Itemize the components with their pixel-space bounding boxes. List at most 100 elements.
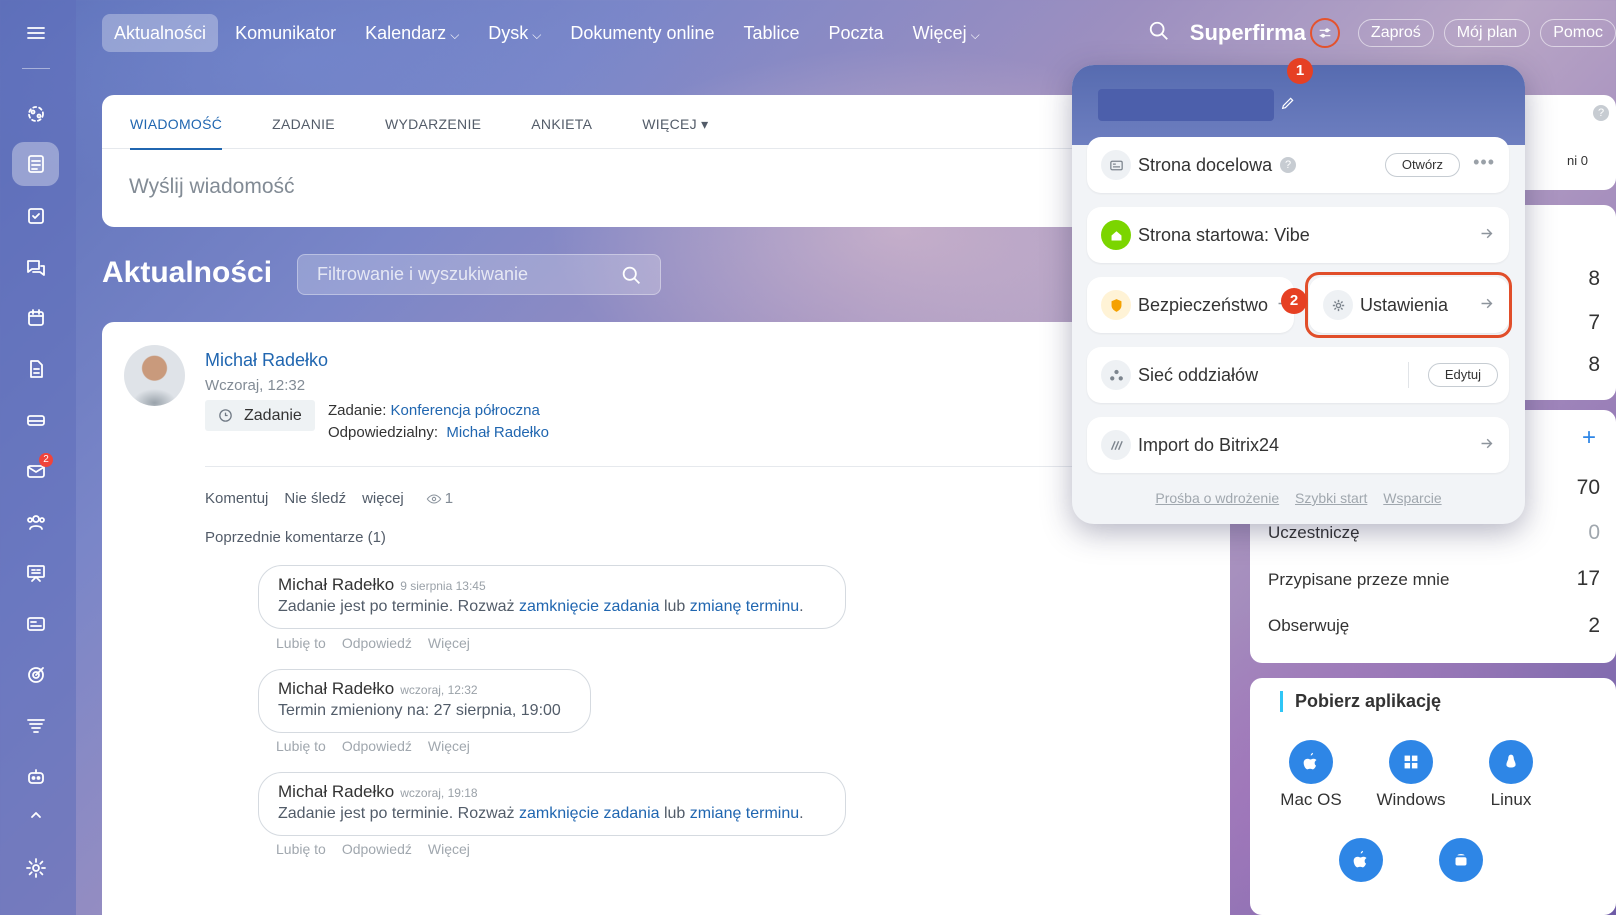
avatar[interactable] [124,345,185,406]
tab-event[interactable]: WYDARZENIE [385,95,481,149]
comment-author[interactable]: Michał Radełko [278,782,394,801]
import-label: Import do Bitrix24 [1138,434,1280,455]
counter-value: 8 [1588,353,1600,376]
comment-text: Zadanie jest po terminie. Rozważ zamknię… [278,805,804,822]
reply-link[interactable]: Odpowiedź [342,635,412,651]
sidebar-item-employees-icon[interactable] [12,500,59,544]
apple-icon [1303,752,1317,770]
app-windows[interactable]: Windows [1376,740,1446,810]
sidebar-item-board-icon[interactable] [12,551,59,595]
company-name[interactable]: Superfirma [1190,20,1306,46]
my-plan-button[interactable]: Mój plan [1443,19,1531,47]
tasks-row-label[interactable]: Obserwuję [1268,616,1349,636]
company-name-field[interactable] [1098,89,1274,121]
invite-button[interactable]: Zaproś [1357,19,1434,47]
close-task-link[interactable]: zamknięcie zadania [519,598,660,615]
message-input[interactable]: Wyślij wiadomość [102,149,1152,199]
chevron-up-icon[interactable] [12,800,59,830]
more-link[interactable]: więcej [362,490,404,507]
task-chip: Zadanie [205,400,315,431]
pencil-icon[interactable] [1280,95,1296,116]
reply-link[interactable]: Odpowiedź [342,738,412,754]
sidebar-item-news-icon[interactable] [12,602,59,646]
nav-dokumenty-online[interactable]: Dokumenty online [558,14,726,52]
menu-icon[interactable] [12,11,59,55]
tab-more[interactable]: WIĘCEJ ▾ [642,95,708,149]
post-author[interactable]: Michał Radełko [205,350,328,371]
gear-icon[interactable] [12,846,59,890]
sidebar-item-goals-icon[interactable] [12,653,59,697]
comment-author[interactable]: Michał Radełko [278,575,394,594]
security-card[interactable]: Bezpieczeństwo [1087,277,1294,333]
sidebar-item-collab-icon[interactable] [12,92,59,136]
responsible-link[interactable]: Michał Radełko [446,424,549,441]
nav-dysk[interactable]: Dysk ⌵ [476,14,553,52]
tasks-row-value: 0 [1588,521,1600,544]
post-composer: WIADOMOŚĆ ZADANIE WYDARZENIE ANKIETA WIĘ… [102,95,1152,227]
more-link[interactable]: Więcej [428,841,470,857]
comment-author[interactable]: Michał Radełko [278,679,394,698]
help-icon[interactable]: ? [1280,157,1297,173]
search-icon[interactable] [1148,20,1170,47]
app-android[interactable] [1426,838,1496,888]
implementation-request-link[interactable]: Prośba o wdrożenie [1155,490,1279,506]
tab-poll[interactable]: ANKIETA [531,95,592,149]
reply-link[interactable]: Odpowiedź [342,841,412,857]
quick-start-link[interactable]: Szybki start [1295,490,1367,506]
sidebar-item-drive-icon[interactable] [12,398,59,442]
sidebar-item-calendar-icon[interactable] [12,296,59,340]
sidebar-item-docs-icon[interactable] [12,347,59,391]
import-card[interactable]: Import do Bitrix24 [1087,417,1509,473]
sidebar-item-feed-icon[interactable] [12,142,59,186]
unfollow-link[interactable]: Nie śledź [284,490,346,507]
feed-search-input[interactable]: Filtrowanie i wyszukiwanie [297,254,661,295]
previous-comments-link[interactable]: Poprzednie komentarze (1) [205,529,386,546]
counter-value: 70 [1576,476,1600,499]
like-link[interactable]: Lubię to [276,635,326,651]
tab-message[interactable]: WIADOMOŚĆ [130,95,223,150]
sidebar-item-robot-icon[interactable] [12,755,59,799]
nav-poczta[interactable]: Poczta [817,14,896,52]
nav-tablice[interactable]: Tablice [732,14,812,52]
widget-partial-text: ni 0 [1567,153,1588,168]
app-linux[interactable]: Linux [1476,740,1546,810]
close-task-link[interactable]: zamknięcie zadania [519,805,660,822]
tasks-row-label[interactable]: Uczestniczę [1268,523,1360,543]
nav-wiecej[interactable]: Więcej ⌵ [901,14,992,52]
sidebar-item-funnel-icon[interactable] [12,704,59,748]
landing-page-label: Strona docelowa [1138,154,1273,175]
edit-button[interactable]: Edytuj [1427,363,1498,387]
tab-task[interactable]: ZADANIE [272,95,335,149]
like-link[interactable]: Lubię to [276,738,326,754]
open-button[interactable]: Otwórz [1384,153,1460,177]
sidebar-item-mail-icon[interactable]: 2 [12,449,59,493]
task-link[interactable]: Konferencja półroczna [391,402,540,419]
more-link[interactable]: Więcej [428,738,470,754]
comment-bubble: Michał Radełko 9 sierpnia 13:45 Zadanie j… [258,565,846,629]
change-deadline-link[interactable]: zmianę terminu [690,805,799,822]
landing-page-card[interactable]: Strona docelowa ? Otwórz ••• [1087,137,1509,193]
change-deadline-link[interactable]: zmianę terminu [690,598,799,615]
nav-komunikator[interactable]: Komunikator [223,14,348,52]
sidebar-item-chat-icon[interactable] [12,245,59,289]
comment-bubble: Michał Radełko wczoraj, 19:18 Zadanie jes… [258,772,846,836]
nav-aktualnosci[interactable]: Aktualności [102,14,219,52]
help-button[interactable]: Pomoc [1540,19,1616,47]
support-link[interactable]: Wsparcie [1383,490,1441,506]
app-macos[interactable]: Mac OS [1276,740,1346,810]
task-chip-label: Zadanie [244,406,302,424]
app-ios[interactable] [1326,838,1396,888]
network-icon [1101,360,1131,390]
like-link[interactable]: Lubię to [276,841,326,857]
nav-kalendarz[interactable]: Kalendarz ⌵ [353,14,471,52]
portal-settings-button[interactable] [1309,18,1340,48]
branch-network-card[interactable]: Sieć oddziałów Edytuj [1087,347,1509,403]
help-icon[interactable]: ? [1593,105,1609,121]
sidebar-item-tasks-icon[interactable] [12,194,59,238]
more-icon[interactable]: ••• [1473,152,1495,173]
plus-icon[interactable]: + [1582,424,1596,452]
tasks-row-label[interactable]: Przypisane przeze mnie [1268,570,1449,590]
start-page-card[interactable]: Strona startowa: Vibe [1087,207,1509,263]
comment-link[interactable]: Komentuj [205,490,268,507]
more-link[interactable]: Więcej [428,635,470,651]
